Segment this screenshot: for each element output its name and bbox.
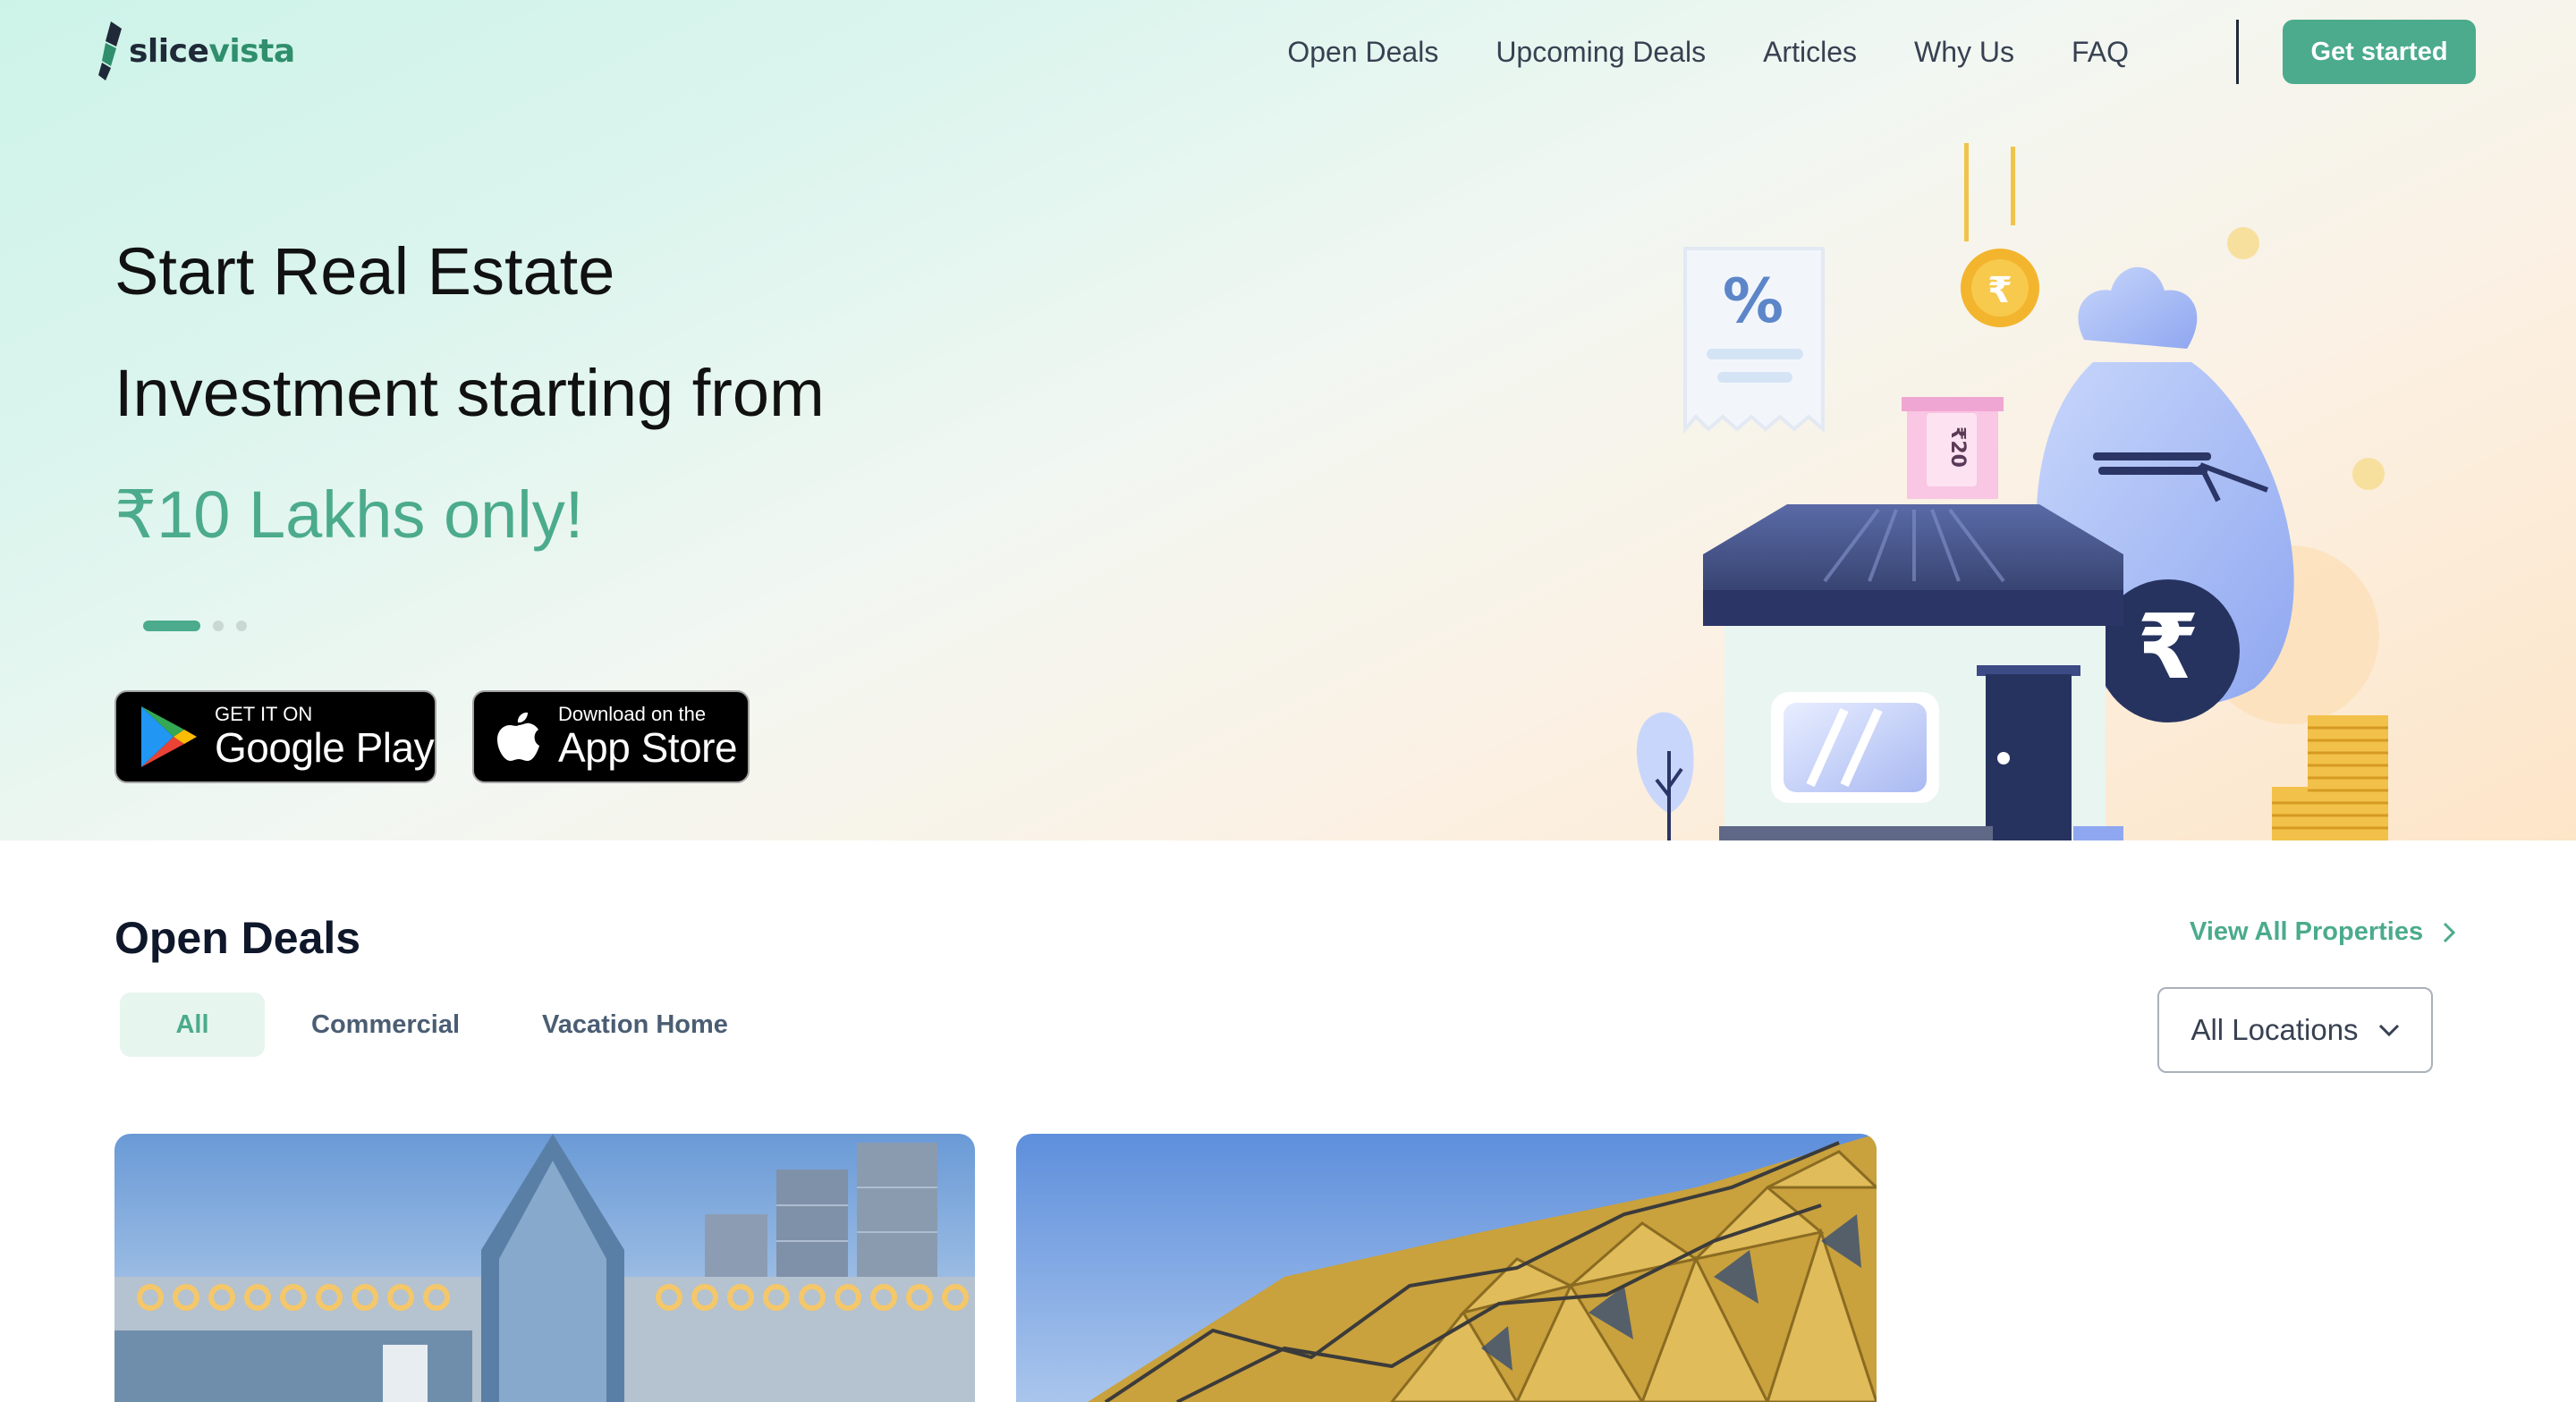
nav-faq[interactable]: FAQ: [2072, 27, 2129, 77]
nav-upcoming-deals[interactable]: Upcoming Deals: [1496, 27, 1706, 77]
open-deals-title: Open Deals: [114, 913, 361, 963]
location-filter-value: All Locations: [2190, 1013, 2359, 1046]
apple-icon: [497, 712, 539, 761]
location-filter-dropdown[interactable]: All Locations: [2157, 987, 2433, 1073]
view-all-properties-link[interactable]: View All Properties: [2190, 917, 2456, 947]
app-store-small: Download on the: [558, 703, 707, 725]
property-card[interactable]: [1016, 1134, 1877, 1402]
chevron-right-icon: [2444, 922, 2456, 942]
carousel-dot-3[interactable]: [236, 621, 247, 631]
property-card[interactable]: [114, 1134, 975, 1402]
svg-text:%: %: [1723, 266, 1784, 337]
logo-mark-icon: [98, 21, 122, 80]
tab-vacation-home[interactable]: Vacation Home: [485, 992, 785, 1057]
tab-all[interactable]: All: [120, 992, 265, 1057]
house-icon: [1703, 504, 2123, 840]
deal-category-tabs: All Commercial Vacation Home: [120, 992, 785, 1057]
coin-stack-icon: [2272, 715, 2388, 840]
carousel-dot-2[interactable]: [213, 621, 224, 631]
rupee-coin-icon: ₹: [1961, 143, 2039, 327]
carousel-dot-1[interactable]: [143, 621, 200, 631]
hero-line-2: Investment starting from: [114, 356, 825, 430]
chevron-down-icon: [2378, 1024, 2399, 1036]
svg-text:₹: ₹: [1987, 270, 2012, 311]
google-play-icon: [141, 706, 197, 767]
percent-receipt-icon: %: [1683, 247, 1825, 435]
view-all-label: View All Properties: [2190, 917, 2424, 946]
property-image: [114, 1134, 975, 1402]
nav-why-us[interactable]: Why Us: [1914, 27, 2014, 77]
app-store-button[interactable]: Download on the App Store: [472, 690, 750, 783]
app-store-big: App Store: [558, 724, 738, 771]
svg-text:₹20: ₹20: [1946, 427, 1969, 468]
top-navigation: slicevista Open Deals Upcoming Deals Art…: [0, 0, 2576, 104]
nav-links: Open Deals Upcoming Deals Articles Why U…: [1230, 27, 2129, 77]
tree-icon: [1636, 712, 1694, 840]
nav-open-deals[interactable]: Open Deals: [1287, 27, 1438, 77]
hero-highlight: ₹10 Lakhs only!: [114, 477, 584, 552]
brand-name: slicevista: [129, 32, 295, 70]
brand-logo[interactable]: slicevista: [98, 21, 295, 80]
get-started-button[interactable]: Get started: [2283, 20, 2476, 84]
hero-line-1: Start Real Estate: [114, 234, 615, 308]
svg-text:₹: ₹: [2137, 595, 2199, 699]
google-play-small: GET IT ON: [215, 703, 313, 725]
hero-banner: slicevista Open Deals Upcoming Deals Art…: [0, 0, 2576, 840]
google-play-big: Google Play: [215, 724, 435, 771]
banknote-icon: ₹20: [1902, 397, 2004, 499]
hero-headline: Start Real Estate Investment starting fr…: [114, 211, 825, 576]
carousel-indicator: [143, 621, 247, 631]
hero-illustration: % ₹ ₹ ₹20: [1636, 143, 2388, 840]
tab-commercial[interactable]: Commercial: [265, 992, 485, 1057]
property-image: [1016, 1134, 1877, 1402]
nav-articles[interactable]: Articles: [1763, 27, 1857, 77]
nav-divider: [2236, 20, 2239, 84]
google-play-button[interactable]: GET IT ON Google Play: [114, 690, 436, 783]
